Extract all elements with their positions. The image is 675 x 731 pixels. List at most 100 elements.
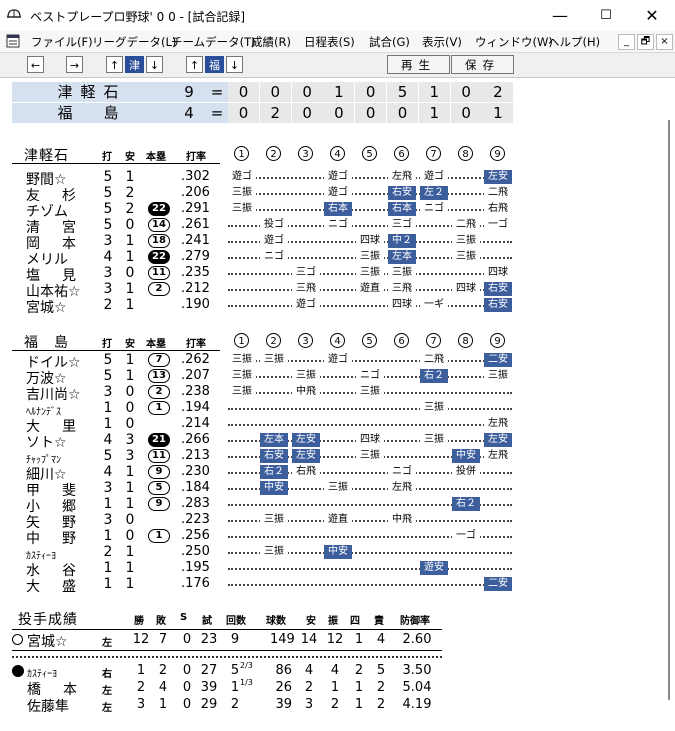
pitcher-name[interactable]: 佐藤隼: [27, 696, 69, 716]
next-arrow-button[interactable]: →: [66, 56, 83, 73]
hit-result-cell: 中２: [388, 234, 416, 248]
header-at-bats: 打: [102, 152, 112, 163]
player-at-bats: 5: [103, 169, 113, 185]
home-run-count-badge: 18: [148, 234, 170, 248]
minimize-button[interactable]: —: [537, 0, 583, 31]
pitching-header: 試: [202, 616, 212, 627]
pitcher-stat-bb: 1: [354, 680, 364, 695]
scrollbar-thumb[interactable]: [668, 120, 670, 700]
vertical-scrollbar[interactable]: [663, 78, 675, 731]
score-inning-2: 2: [259, 103, 291, 123]
at-bat-result-cell: 遊ゴ: [292, 298, 320, 312]
player-name[interactable]: 宮城☆: [26, 297, 67, 317]
player-name[interactable]: ソト☆: [26, 432, 67, 452]
pitcher-name[interactable]: ｶｽﾃｨｰﾖ: [27, 665, 57, 680]
at-bat-result-cell: 遊直: [356, 282, 384, 296]
mdi-restore-button[interactable]: 🗗: [637, 34, 654, 50]
menu-team-data[interactable]: チームデータ(T): [171, 34, 256, 50]
hit-result-cell: 左本: [388, 250, 416, 264]
menu-view[interactable]: 表示(V): [422, 34, 462, 50]
winner-divider: [12, 650, 442, 651]
score-inning-9: 2: [482, 82, 514, 102]
team1-select-button[interactable]: 津: [125, 56, 144, 73]
home-run-count-badge: 22: [148, 250, 170, 264]
save-button[interactable]: 保存: [451, 55, 514, 74]
team2-select-button[interactable]: 福: [205, 56, 224, 73]
at-bat-result-cell: 三振: [228, 369, 256, 383]
pitcher-stat-l: 1: [158, 697, 168, 712]
inning-header-8: 8: [458, 333, 473, 348]
pitcher-stat-h: 14: [300, 632, 318, 647]
prev-arrow-button[interactable]: ←: [27, 56, 44, 73]
team1-up-button[interactable]: ↑: [106, 56, 123, 73]
score-inning-4: 1: [323, 82, 355, 102]
at-bat-result-cell: 四球: [356, 234, 384, 248]
inning-header-1: 1: [234, 146, 249, 161]
player-batting-avg: .262: [181, 352, 210, 367]
player-batting-avg: .241: [181, 233, 210, 248]
player-at-bats: 4: [103, 464, 113, 480]
losing-pitcher-mark-icon: [12, 665, 24, 677]
inning-header-4: 4: [330, 146, 345, 161]
player-at-bats: 3: [103, 233, 113, 249]
player-name[interactable]: 大 盛: [26, 576, 80, 596]
player-name[interactable]: 吉川尚☆: [26, 384, 81, 404]
score-inning-7: 1: [418, 82, 450, 102]
player-batting-avg: .176: [181, 576, 210, 591]
menu-league-data[interactable]: リーグデータ(L): [92, 34, 176, 50]
pitcher-hand: 左: [102, 703, 112, 714]
team2-down-button[interactable]: ↓: [226, 56, 243, 73]
pitcher-innings: 9: [230, 632, 240, 647]
team1-down-button[interactable]: ↓: [146, 56, 163, 73]
team2-up-button[interactable]: ↑: [186, 56, 203, 73]
at-bat-result-cell: 三飛: [388, 282, 416, 296]
home-run-count-badge: 1: [148, 529, 170, 543]
player-at-bats: 3: [103, 512, 113, 528]
maximize-button[interactable]: ☐: [583, 0, 629, 31]
player-batting-avg: .302: [181, 169, 210, 184]
player-at-bats: 5: [103, 185, 113, 201]
mdi-close-button[interactable]: ×: [656, 34, 673, 50]
player-batting-avg: .206: [181, 185, 210, 200]
player-name[interactable]: 中 野: [26, 528, 80, 548]
score-equals: =: [206, 82, 228, 102]
menu-help[interactable]: ヘルプ(H): [548, 34, 600, 50]
score-inning-6: 0: [387, 103, 418, 123]
hit-result-cell: 右２: [260, 465, 288, 479]
at-bat-result-cell: 三振: [388, 266, 416, 280]
at-bat-result-cell: 投ゴ: [260, 218, 288, 232]
at-bat-timeline-dots: [228, 305, 512, 308]
pitcher-stat-h: 3: [304, 697, 314, 712]
pitching-header: 四: [350, 616, 360, 627]
at-bat-result-cell: 三振: [356, 266, 384, 280]
score-inning-5: 0: [355, 82, 387, 102]
menu-window[interactable]: ウィンドウ(W): [475, 34, 553, 50]
mdi-minimize-button[interactable]: _: [618, 34, 635, 50]
menu-game[interactable]: 試合(G): [369, 34, 410, 50]
document-icon[interactable]: [6, 34, 20, 48]
at-bat-result-cell: 遊ゴ: [324, 353, 352, 367]
home-run-count-badge: 2: [148, 385, 170, 399]
inning-header-4: 4: [330, 333, 345, 348]
home-run-count-badge: 11: [148, 449, 170, 463]
pitcher-stat-l: 2: [158, 663, 168, 678]
pitching-header: 責: [374, 616, 384, 627]
pitcher-name[interactable]: 宮城☆: [27, 631, 68, 651]
player-batting-avg: .207: [181, 368, 210, 383]
player-batting-avg: .190: [181, 297, 210, 312]
home-run-count-badge: 2: [148, 282, 170, 296]
player-batting-avg: .256: [181, 528, 210, 543]
close-button[interactable]: ✕: [629, 0, 675, 31]
at-bat-result-cell: 三振: [452, 250, 480, 264]
menu-stats[interactable]: 成績(R): [251, 34, 291, 50]
pitching-header: 防御率: [400, 616, 430, 627]
at-bat-result-cell: 二飛: [420, 353, 448, 367]
menu-file[interactable]: ファイル(F): [31, 34, 93, 50]
menu-schedule[interactable]: 日程表(S): [304, 34, 355, 50]
play-button[interactable]: 再生: [387, 55, 450, 74]
player-hits: 1: [125, 249, 135, 265]
at-bat-result-cell: 三振: [356, 449, 384, 463]
at-bat-timeline-dots: [228, 193, 512, 196]
player-batting-avg: .214: [181, 416, 210, 431]
game-record-panel: 津軽石 9 = 0 0 0 1 0 5 1 0 2 福 島 4 = 0 2 0 0 0 0 1 0 1 津軽石打安本塁 打率 1 2 3…: [0, 78, 663, 731]
